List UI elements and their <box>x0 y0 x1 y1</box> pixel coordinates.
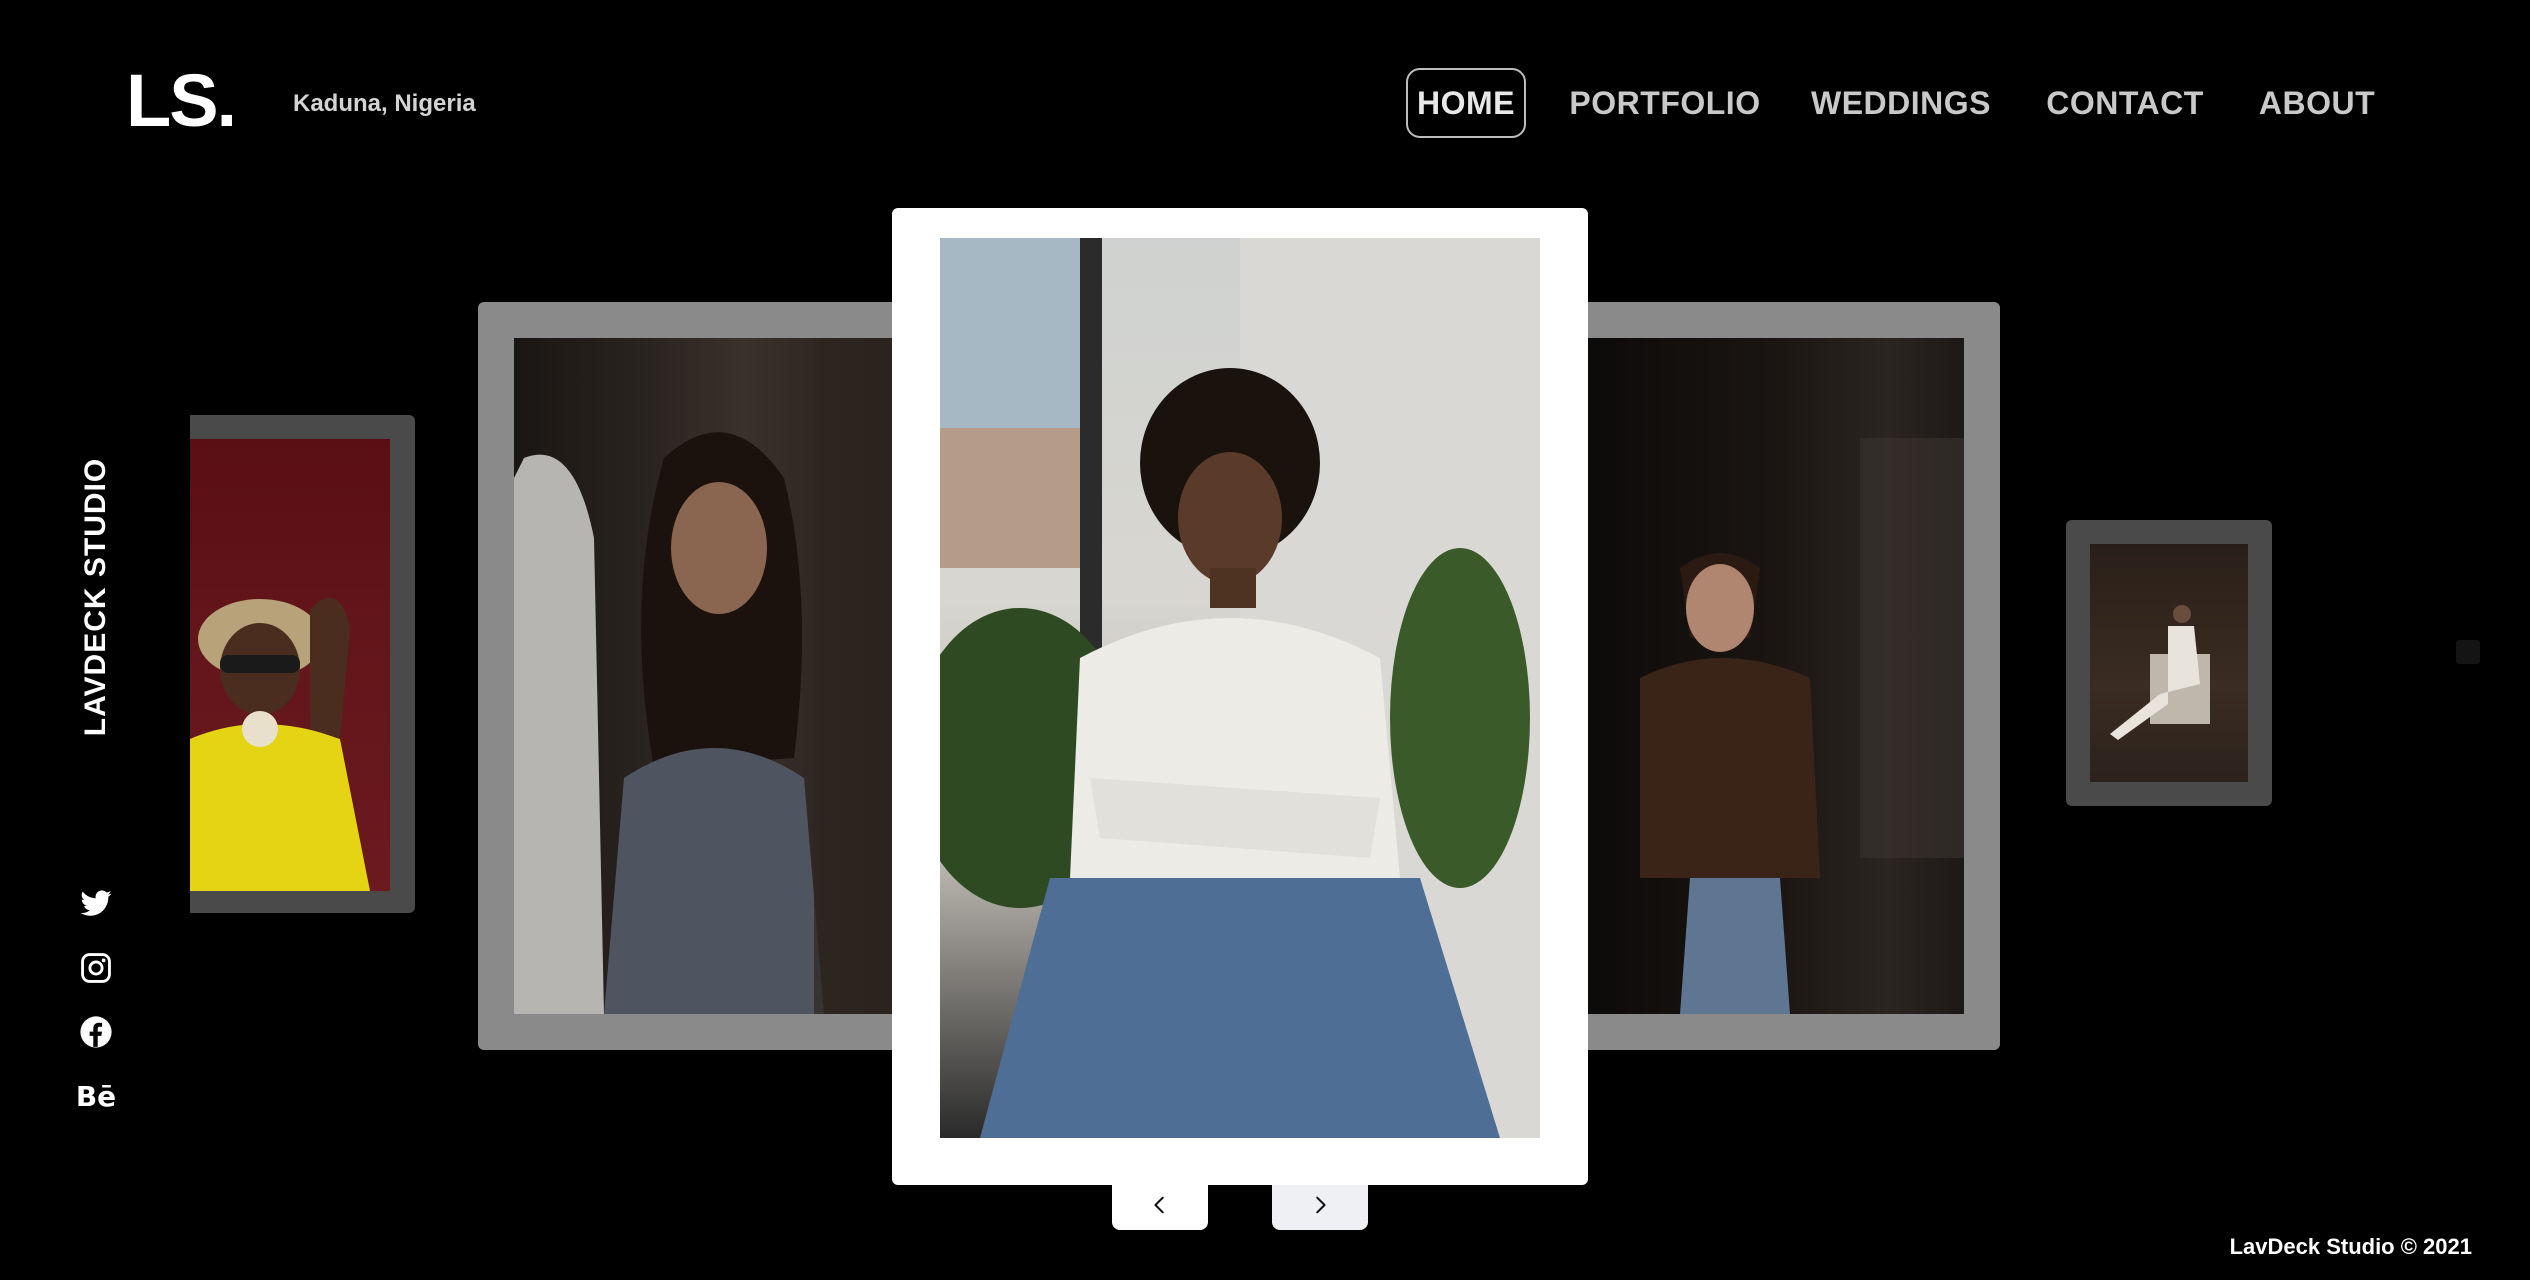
behance-link[interactable]: Bē <box>72 1072 120 1120</box>
nav-about[interactable]: ABOUT <box>2254 68 2380 138</box>
copyright-text: LavDeck Studio © 2021 <box>2229 1234 2472 1259</box>
photo-figure-yellow-outfit <box>190 597 370 891</box>
slide-right[interactable] <box>1580 302 2000 1050</box>
chevron-left-icon <box>1154 1196 1164 1214</box>
page: LS. Kaduna, Nigeria HOME PORTFOLIO WEDDI… <box>0 0 2530 1280</box>
instagram-link[interactable] <box>72 944 120 992</box>
brand-vertical-text: LAVDECK STUDIO <box>79 457 112 737</box>
logo[interactable]: LS. <box>126 64 237 138</box>
chevron-right-icon <box>1316 1196 1326 1214</box>
slide-far-right-edge <box>2456 640 2480 664</box>
twitter-link[interactable] <box>72 880 120 928</box>
slide-photo <box>2090 544 2248 782</box>
slide-left[interactable] <box>478 302 898 1050</box>
photo-figure-seated-person <box>2110 605 2210 740</box>
photo-figure-woman-velvet-top <box>1640 438 1964 1014</box>
carousel-next-button[interactable] <box>1272 1180 1368 1230</box>
facebook-icon <box>80 1016 112 1048</box>
photo-figure-woman-dark-hair <box>514 338 898 1014</box>
nav-weddings[interactable]: WEDDINGS <box>1806 68 1996 138</box>
slide-center-active[interactable] <box>892 208 1588 1185</box>
photo-figure-woman-white-turtleneck <box>940 238 1540 1138</box>
facebook-link[interactable] <box>72 1008 120 1056</box>
instagram-icon <box>81 953 111 983</box>
twitter-icon <box>80 890 112 916</box>
behance-icon: Bē <box>75 1079 117 1113</box>
nav-home[interactable]: HOME <box>1406 68 1526 138</box>
slide-photo <box>514 338 898 1014</box>
nav-portfolio[interactable]: PORTFOLIO <box>1568 68 1762 138</box>
carousel-prev-button[interactable] <box>1112 1180 1208 1230</box>
slide-photo <box>190 439 390 891</box>
nav-contact[interactable]: CONTACT <box>2040 68 2210 138</box>
slide-photo <box>940 238 1540 1138</box>
slide-far-left[interactable] <box>190 415 415 913</box>
location-text: Kaduna, Nigeria <box>293 90 476 117</box>
slide-far-right[interactable] <box>2066 520 2272 806</box>
slide-photo <box>1580 338 1964 1014</box>
